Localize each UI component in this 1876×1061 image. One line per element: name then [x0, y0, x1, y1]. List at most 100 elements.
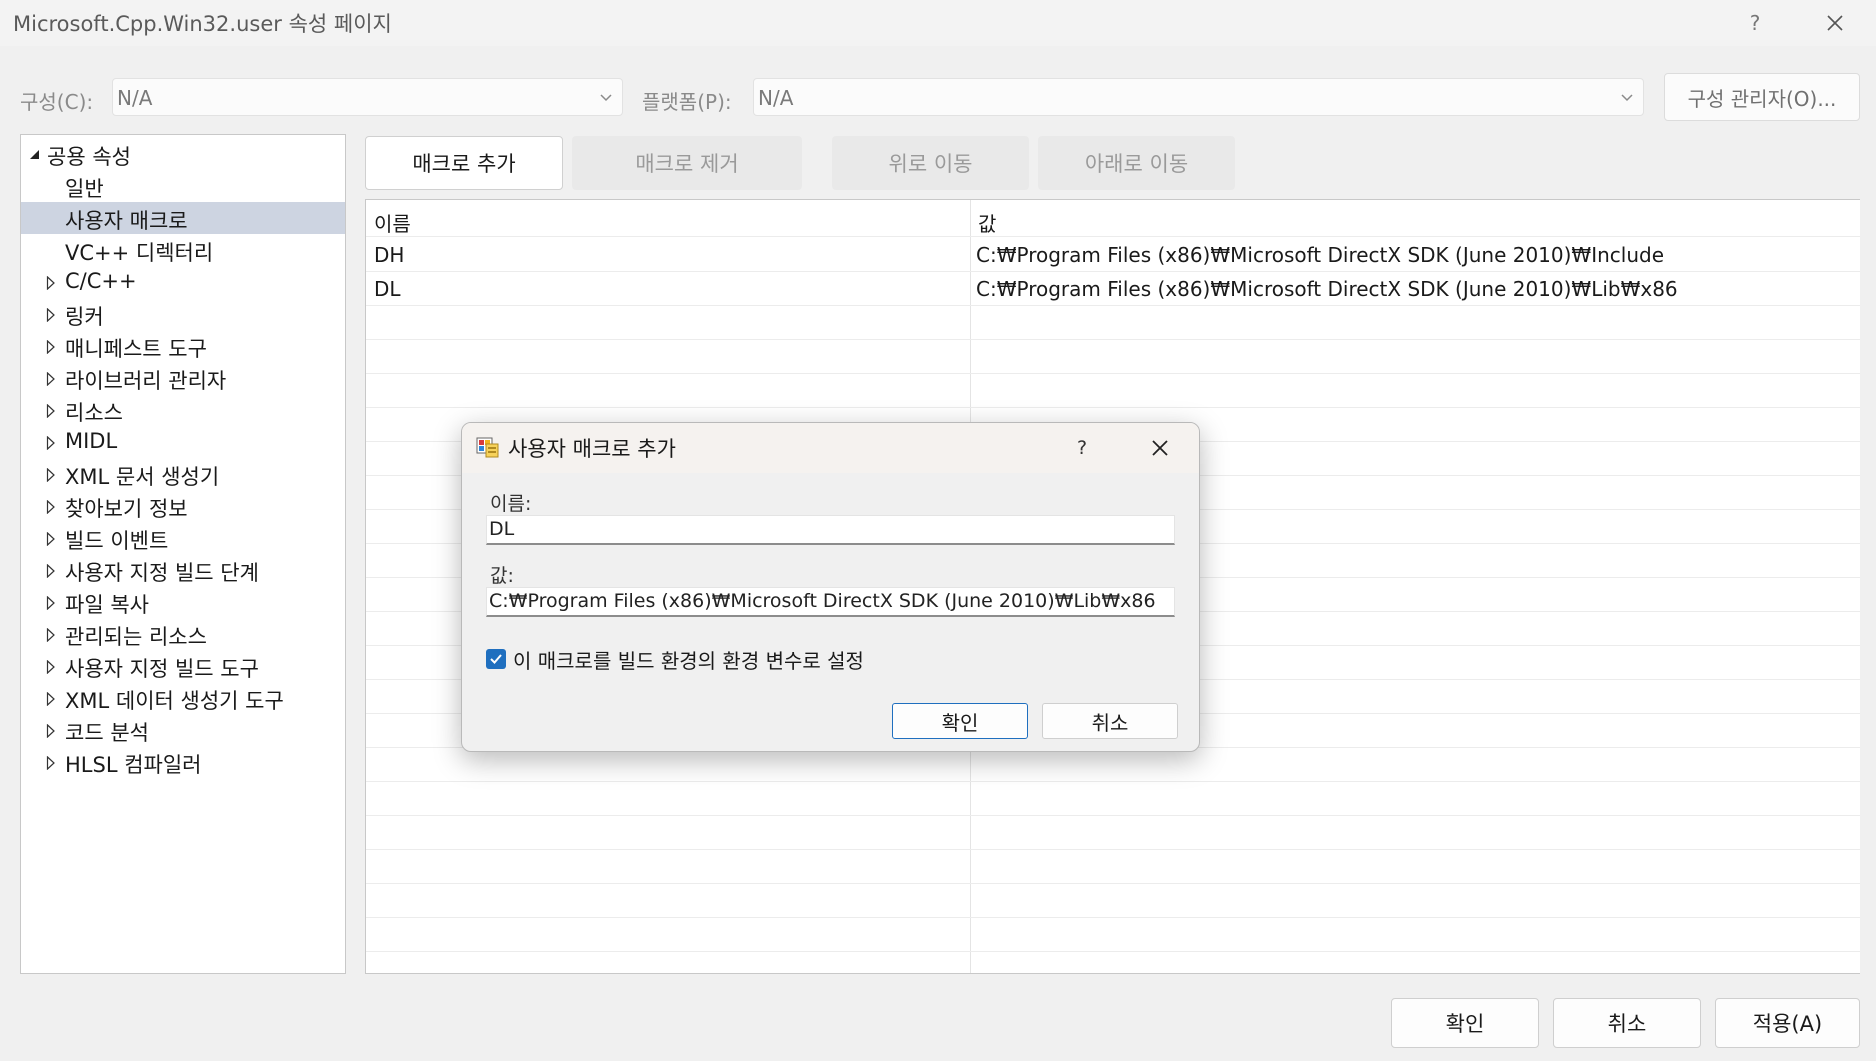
collapsed-arrow-icon: [46, 500, 55, 514]
close-icon: [1827, 15, 1843, 31]
name-field[interactable]: DL: [486, 515, 1175, 545]
collapsed-arrow-icon: [46, 724, 55, 738]
tree-item-label: 빌드 이벤트: [65, 529, 169, 553]
grid-line: [366, 917, 1860, 918]
config-dropdown[interactable]: N/A: [112, 78, 623, 116]
dialog-cancel-button[interactable]: 취소: [1042, 703, 1178, 739]
tree-item-label: 파일 복사: [65, 593, 149, 617]
collapsed-arrow-icon: [46, 308, 55, 322]
env-variable-checkbox[interactable]: [486, 649, 506, 669]
platform-label: 플랫폼(P):: [642, 90, 732, 114]
collapsed-arrow-icon: [46, 404, 55, 418]
property-pages-icon: [476, 437, 499, 458]
table-row-name[interactable]: DL: [374, 277, 401, 301]
tree-item-general[interactable]: 일반: [21, 170, 345, 202]
tree-item-label: 관리되는 리소스: [65, 625, 207, 649]
add-user-macro-dialog: 사용자 매크로 추가 ? 이름: DL 값: C:₩Program Files …: [461, 422, 1200, 752]
tree-item-code-analysis[interactable]: 코드 분석: [21, 714, 345, 746]
tree-item-label: 코드 분석: [65, 721, 149, 745]
value-field-label: 값:: [490, 565, 514, 587]
tree-item-midl[interactable]: MIDL: [21, 426, 345, 458]
tree-item-label: 사용자 매크로: [65, 209, 188, 233]
move-down-button[interactable]: 아래로 이동: [1038, 136, 1235, 190]
collapsed-arrow-icon: [46, 340, 55, 354]
tree-item-label: 사용자 지정 빌드 도구: [65, 657, 259, 681]
name-field-label: 이름:: [490, 493, 532, 515]
grid-line: [366, 883, 1860, 884]
window-title: Microsoft.Cpp.Win32.user 속성 페이지: [13, 12, 392, 36]
tree-item-custom-build-step[interactable]: 사용자 지정 빌드 단계: [21, 554, 345, 586]
collapsed-arrow-icon: [46, 276, 55, 290]
table-row-value[interactable]: C:₩Program Files (x86)₩Microsoft DirectX…: [976, 243, 1664, 267]
grid-line: [366, 815, 1860, 816]
grid-line: [366, 271, 1860, 272]
tree-item-linker[interactable]: 링커: [21, 298, 345, 330]
tree-item-custom-build-tool[interactable]: 사용자 지정 빌드 도구: [21, 650, 345, 682]
column-header-value[interactable]: 값: [978, 208, 996, 237]
dialog-ok-button[interactable]: 확인: [892, 703, 1028, 739]
tree-item-label: 리소스: [65, 401, 123, 425]
tree-item-label: 매니페스트 도구: [65, 337, 207, 361]
platform-dropdown[interactable]: N/A: [753, 78, 1644, 116]
platform-value: N/A: [758, 86, 794, 110]
tree-item-label: MIDL: [65, 429, 118, 453]
dialog-title: 사용자 매크로 추가: [508, 437, 676, 461]
collapsed-arrow-icon: [46, 660, 55, 674]
grid-line: [366, 951, 1860, 952]
property-tree[interactable]: 공용 속성 일반 사용자 매크로 VC++ 디렉터리 C/C++ 링커 매니페스…: [20, 134, 346, 974]
close-icon: [1152, 440, 1168, 456]
value-field[interactable]: C:₩Program Files (x86)₩Microsoft DirectX…: [486, 587, 1175, 617]
add-macro-button[interactable]: 매크로 추가: [365, 136, 563, 190]
tree-item-xml-doc-generator[interactable]: XML 문서 생성기: [21, 458, 345, 490]
chevron-down-icon: [1621, 94, 1633, 102]
column-header-name[interactable]: 이름: [374, 208, 411, 237]
apply-button[interactable]: 적용(A): [1715, 998, 1860, 1048]
config-label: 구성(C):: [20, 90, 94, 114]
grid-line: [366, 407, 1860, 408]
close-button[interactable]: [1808, 6, 1862, 40]
env-variable-checkbox-label[interactable]: 이 매크로를 빌드 환경의 환경 변수로 설정: [513, 645, 864, 674]
collapsed-arrow-icon: [46, 468, 55, 482]
tree-item-hlsl-compiler[interactable]: HLSL 컴파일러: [21, 746, 345, 778]
collapsed-arrow-icon: [46, 628, 55, 642]
dialog-title-bar: 사용자 매크로 추가 ?: [462, 423, 1199, 473]
move-up-button[interactable]: 위로 이동: [832, 136, 1029, 190]
tree-item-label: C/C++: [65, 269, 137, 293]
tree-item-label: 사용자 지정 빌드 단계: [65, 561, 259, 585]
grid-line: [366, 236, 1860, 237]
tree-item-common-properties[interactable]: 공용 속성: [21, 138, 345, 170]
remove-macro-button[interactable]: 매크로 제거: [572, 136, 802, 190]
tree-item-label: 찾아보기 정보: [65, 497, 188, 521]
tree-item-user-macros[interactable]: 사용자 매크로: [21, 202, 345, 234]
tree-item-file-copy[interactable]: 파일 복사: [21, 586, 345, 618]
tree-item-resources[interactable]: 리소스: [21, 394, 345, 426]
grid-line: [366, 339, 1860, 340]
tree-item-label: 라이브러리 관리자: [65, 369, 227, 393]
config-manager-button[interactable]: 구성 관리자(O)...: [1664, 73, 1860, 121]
tree-item-xml-data-generator[interactable]: XML 데이터 생성기 도구: [21, 682, 345, 714]
expanded-arrow-icon: [30, 150, 39, 159]
checkmark-icon: [490, 654, 502, 664]
dialog-help-button[interactable]: ?: [1067, 435, 1097, 461]
tree-item-label: 일반: [65, 177, 104, 201]
help-button[interactable]: ?: [1730, 6, 1780, 40]
tree-item-cpp[interactable]: C/C++: [21, 266, 345, 298]
table-row-name[interactable]: DH: [374, 243, 404, 267]
tree-item-label: 링커: [65, 305, 104, 329]
tree-item-managed-resources[interactable]: 관리되는 리소스: [21, 618, 345, 650]
tree-item-browse-info[interactable]: 찾아보기 정보: [21, 490, 345, 522]
tree-item-manifest-tool[interactable]: 매니페스트 도구: [21, 330, 345, 362]
collapsed-arrow-icon: [46, 692, 55, 706]
dialog-close-button[interactable]: [1142, 433, 1178, 463]
tree-item-label: HLSL 컴파일러: [65, 753, 202, 777]
table-row-value[interactable]: C:₩Program Files (x86)₩Microsoft DirectX…: [976, 277, 1678, 301]
tree-item-build-events[interactable]: 빌드 이벤트: [21, 522, 345, 554]
cancel-button[interactable]: 취소: [1553, 998, 1701, 1048]
tree-item-librarian[interactable]: 라이브러리 관리자: [21, 362, 345, 394]
grid-line: [366, 305, 1860, 306]
ok-button[interactable]: 확인: [1391, 998, 1539, 1048]
tree-item-label: 공용 속성: [47, 145, 131, 169]
collapsed-arrow-icon: [46, 564, 55, 578]
tree-item-vc-directories[interactable]: VC++ 디렉터리: [21, 234, 345, 266]
config-value: N/A: [117, 86, 153, 110]
